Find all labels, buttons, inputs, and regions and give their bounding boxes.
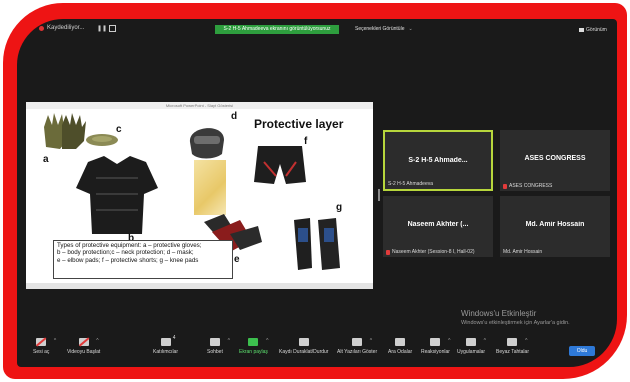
pause-record-icon [298,338,309,346]
participant-name: Naseem Akhter (... [407,221,469,228]
caption-line: Types of protective equipment: a – prote… [57,242,202,249]
pause-stop-recording-button[interactable]: Kaydı Duraklat/Durdur [279,338,328,355]
video-off-icon: ^ [78,337,99,347]
shared-window-title: Microsoft PowerPoint - Slayt Gösterisi [26,102,373,109]
recording-indicator: Kaydediliyor... [39,25,84,31]
participant-tile[interactable]: Md. Amir Hossain Md. Amir Hossain [500,196,610,257]
stop-recording-icon[interactable] [109,25,116,32]
show-captions-label: Alt Yazıları Göster [337,349,378,355]
participants-button[interactable]: 4 Katılımcılar [153,335,179,355]
zoom-meeting-window: Kaydediliyor... ❚❚ S-2 H-5 Ahmadeeva ekr… [17,19,617,367]
participant-label: Md. Amir Hossain [503,249,542,255]
view-mode-button[interactable]: Görünüm [579,27,607,33]
participant-label: S-2 H-5 Ahmadeeva [388,181,433,187]
share-screen-button[interactable]: ^ Ekran paylaş [239,338,268,355]
watermark-title: Windows'u Etkinleştir [461,309,537,318]
participant-name: Md. Amir Hossain [525,221,585,228]
participant-full-name: S-2 H-5 Ahmadeeva [388,181,434,187]
show-captions-button[interactable]: ^ Alt Yazıları Göster [337,338,377,355]
participant-name: ASES CONGRESS [524,155,586,162]
participant-tile[interactable]: Naseem Akhter (... Naseem Akhter (Sessio… [383,196,493,257]
reactions-button[interactable]: ^ Reaksiyonlar [421,338,450,355]
label-c: c [116,124,122,135]
view-options-label: Seçenekleri Görüntüle [355,26,405,32]
view-mode-label: Görünüm [586,27,607,33]
pause-stop-recording-label: Kaydı Duraklat/Durdur [279,349,329,355]
label-g: g [336,202,343,213]
participant-tile[interactable]: S-2 H-5 Ahmade... S-2 H-5 Ahmadeeva [383,130,493,191]
whiteboards-label: Beyaz Tahtalar [496,349,529,355]
start-video-button[interactable]: ^ Videoyu Başlat [67,337,101,355]
participant-name: S-2 H-5 Ahmade... [408,157,468,164]
reactions-label: Reaksiyonlar [421,349,450,355]
gloves-image [44,113,86,149]
breakout-rooms-button[interactable]: Ara Odalar [388,338,412,355]
slide-title: Protective layer [254,117,344,131]
view-options-menu[interactable]: Seçenekleri Görüntüle ⌄ [355,26,413,32]
recording-label: Kaydediliyor... [47,25,85,31]
slide-caption: Types of protective equipment: a – prote… [53,240,233,279]
watermark-subtitle: Windows'u etkinleştirmek için Ayarlar'a … [461,320,570,326]
grid-view-icon [579,28,584,32]
participant-full-name: Naseem Akhter (Session-8 I, Hall-02) [392,249,475,255]
start-video-label: Videoyu Başlat [67,349,101,355]
screen-share-banner: S-2 H-5 Ahmadeeva ekranını görüntülüyors… [215,25,339,34]
shared-screen: Microsoft PowerPoint - Slayt Gösterisi P… [26,102,373,289]
panel-resize-handle[interactable] [378,189,380,201]
microphone-muted-icon: ^ [36,337,56,347]
breakout-rooms-label: Ara Odalar [388,349,413,355]
chat-icon: ^ [209,338,230,346]
caption-line: b – body protection;c – neck protection;… [57,249,194,257]
captions-icon: ^ [352,338,372,346]
participant-tile[interactable]: ASES CONGRESS ASES CONGRESS [500,130,610,191]
neck-protector-image [86,134,118,146]
label-d: d [231,111,238,122]
participants-icon: 4 [160,335,176,346]
participant-full-name: ASES CONGRESS [509,183,553,189]
protective-shorts-image [254,146,306,184]
share-screen-icon: ^ [248,338,268,346]
slide-yellow-panel [194,160,226,215]
participant-full-name: Md. Amir Hossain [503,249,543,255]
microphone-muted-icon [503,183,507,189]
whiteboards-button[interactable]: ^ Beyaz Tahtalar [496,338,529,355]
meeting-toolbar: ^ Sesi aç ^ Videoyu Başlat 4 Katılımcıla… [17,334,617,367]
unmute-label: Sesi aç [33,349,50,355]
red-rounded-frame: Kaydediliyor... ❚❚ S-2 H-5 Ahmadeeva ekr… [3,3,627,379]
apps-label: Uygulamalar [457,349,486,355]
top-bar: Kaydediliyor... ❚❚ S-2 H-5 Ahmadeeva ekr… [17,19,617,39]
caption-line: e – elbow pads; f – protective shorts; g… [57,256,199,264]
participant-label: Naseem Akhter (Session-8 I, Hall-02) [386,249,475,255]
participants-label: Katılımcılar [153,349,179,355]
mask-image [189,128,224,159]
chat-label: Sohbet [207,349,223,355]
windows-activation-watermark: Windows'u Etkinleştir Windows'u etkinleş… [461,309,570,326]
microphone-muted-icon [386,249,390,255]
share-screen-label: Ekran paylaş [239,349,268,355]
whiteboard-icon: ^ [507,338,527,346]
chevron-down-icon: ⌄ [408,26,413,32]
label-e: e [234,254,240,265]
chat-button[interactable]: ^ Sohbet [207,338,230,355]
participants-count: 4 [172,335,176,341]
participant-label: ASES CONGRESS [503,183,552,189]
knee-pads-image [294,218,340,270]
leave-button[interactable]: Oldu [569,346,595,356]
label-a: a [43,154,49,165]
pause-recording-icon[interactable]: ❚❚ [97,25,107,32]
apps-icon: ^ [466,338,486,346]
recording-dot-icon [39,25,44,31]
breakout-rooms-icon [395,338,406,346]
unmute-button[interactable]: ^ Sesi aç [33,337,56,355]
body-armor-image [76,156,158,234]
shared-window-taskbar [26,283,373,289]
label-f: f [304,136,308,147]
reactions-icon: ^ [430,338,450,346]
apps-button[interactable]: ^ Uygulamalar [457,338,486,355]
